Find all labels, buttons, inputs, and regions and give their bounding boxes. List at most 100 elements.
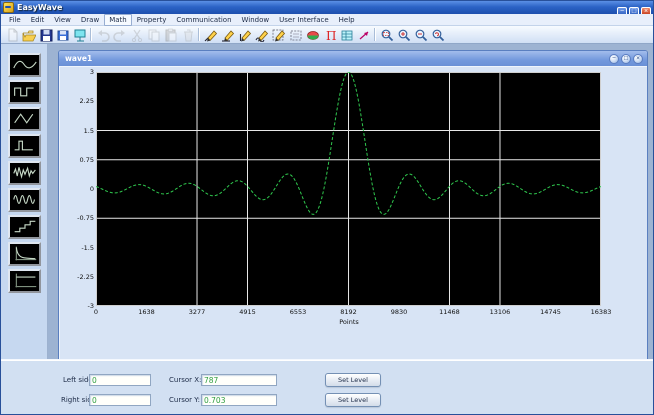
- set-level-button-bottom[interactable]: Set Level: [325, 393, 381, 407]
- draw-freehand-button[interactable]: [253, 27, 270, 43]
- menu-bar: FileEditViewDrawMathPropertyCommunicatio…: [1, 14, 653, 26]
- save-as-icon: [56, 28, 70, 42]
- wave1-title-bar[interactable]: wave1 −□×: [59, 51, 647, 66]
- paste-button: [162, 27, 179, 43]
- redo-button: [111, 27, 128, 43]
- sine-wave-icon: [11, 55, 39, 74]
- x-tick-label: 0: [79, 308, 113, 316]
- toolbar-separator: [198, 28, 200, 41]
- wave-type-sidebar: [1, 44, 48, 359]
- exponential-wave-button[interactable]: [8, 242, 41, 266]
- toolbar-separator: [90, 28, 92, 41]
- y-tick-label: 3: [61, 68, 94, 76]
- y-tick-label: 0.75: [61, 156, 94, 164]
- open-file-button[interactable]: [20, 27, 37, 43]
- y-tick-label: -0.75: [61, 214, 94, 222]
- export-icon: [73, 28, 87, 42]
- ellipse-tool-icon: [306, 28, 320, 42]
- menu-item-communication[interactable]: Communication: [171, 14, 236, 26]
- pulse-wave-icon: [11, 136, 39, 155]
- pulse-wave-button[interactable]: [8, 134, 41, 158]
- draw-horizontal-icon: [221, 28, 235, 42]
- stair-wave-icon: [11, 217, 39, 236]
- right-side-input[interactable]: [89, 394, 151, 406]
- cursor-x-label: Cursor X:: [169, 376, 201, 384]
- select-points-button[interactable]: [270, 27, 287, 43]
- draw-line-icon: [204, 28, 218, 42]
- ramp-wave-button[interactable]: [8, 107, 41, 131]
- copy-button: [145, 27, 162, 43]
- child-restore-button[interactable]: □: [621, 54, 631, 64]
- new-file-button: [3, 27, 20, 43]
- copy-icon: [147, 28, 161, 42]
- zoom-reset-button[interactable]: [429, 27, 446, 43]
- draw-line-button[interactable]: [202, 27, 219, 43]
- select-area-icon: [289, 28, 303, 42]
- save-icon: [39, 28, 53, 42]
- x-tick-label: 13106: [483, 308, 517, 316]
- cursor-y-input[interactable]: [201, 394, 277, 406]
- zoom-out-button[interactable]: [412, 27, 429, 43]
- undo-button: [94, 27, 111, 43]
- table-button[interactable]: [338, 27, 355, 43]
- save-button[interactable]: [37, 27, 54, 43]
- ellipse-tool-button[interactable]: [304, 27, 321, 43]
- title-bar: EasyWave −□×: [1, 1, 653, 14]
- x-tick-label: 14745: [534, 308, 568, 316]
- menu-item-property[interactable]: Property: [132, 14, 172, 26]
- child-close-button[interactable]: ×: [633, 54, 643, 64]
- cursor-y-label: Cursor Y:: [169, 396, 200, 404]
- square-wave-button[interactable]: [8, 80, 41, 104]
- save-as-button[interactable]: [54, 27, 71, 43]
- x-tick-label: 11468: [432, 308, 466, 316]
- zoom-out-icon: [414, 28, 428, 42]
- menu-item-math[interactable]: Math: [104, 14, 132, 26]
- square-wave-icon: [11, 82, 39, 101]
- left-side-input[interactable]: [89, 374, 151, 386]
- menu-item-file[interactable]: File: [4, 14, 26, 26]
- noise-wave-icon: [11, 163, 39, 182]
- y-tick-label: -2.25: [61, 273, 94, 281]
- zoom-select-button[interactable]: [378, 27, 395, 43]
- select-area-button[interactable]: [287, 27, 304, 43]
- sine-wave-button[interactable]: [8, 53, 41, 77]
- child-minimize-button[interactable]: −: [609, 54, 619, 64]
- x-axis-label: Points: [314, 318, 384, 326]
- waveform-plot[interactable]: [96, 72, 601, 306]
- y-tick-label: 1.5: [61, 127, 94, 135]
- menu-item-draw[interactable]: Draw: [76, 14, 104, 26]
- menu-item-edit[interactable]: Edit: [26, 14, 50, 26]
- menu-item-user-interface[interactable]: User Interface: [274, 14, 334, 26]
- table-icon: [340, 28, 354, 42]
- zoom-reset-icon: [431, 28, 445, 42]
- cursor-x-input[interactable]: [201, 374, 277, 386]
- draw-vertical-button[interactable]: [236, 27, 253, 43]
- y-tick-label: -1.5: [61, 244, 94, 252]
- menu-item-window[interactable]: Window: [237, 14, 275, 26]
- x-tick-label: 9830: [382, 308, 416, 316]
- draw-vertical-icon: [238, 28, 252, 42]
- toolbar-separator: [374, 28, 376, 41]
- y-tick-label: 0: [61, 185, 94, 193]
- marker-button[interactable]: [355, 27, 372, 43]
- stair-wave-button[interactable]: [8, 215, 41, 239]
- marker-icon: [357, 28, 371, 42]
- y-tick-label: 2.25: [61, 97, 94, 105]
- arbitrary-wave-button[interactable]: [8, 188, 41, 212]
- zoom-in-button[interactable]: [395, 27, 412, 43]
- delete-icon: [181, 28, 195, 42]
- dc-wave-button[interactable]: [8, 269, 41, 293]
- x-tick-label: 6553: [281, 308, 315, 316]
- paste-icon: [164, 28, 178, 42]
- zoom-in-icon: [397, 28, 411, 42]
- draw-horizontal-button[interactable]: [219, 27, 236, 43]
- delete-button: [179, 27, 196, 43]
- set-level-button-top[interactable]: Set Level: [325, 373, 381, 387]
- menu-item-help[interactable]: Help: [334, 14, 360, 26]
- dc-wave-icon: [11, 271, 39, 290]
- equation-button[interactable]: Π: [321, 27, 338, 43]
- menu-item-view[interactable]: View: [49, 14, 76, 26]
- noise-wave-button[interactable]: [8, 161, 41, 185]
- wave1-window: wave1 −□× Points 3 2.25 1.5 0.75 0 -0.75 -1.5 -…: [58, 50, 648, 359]
- export-button[interactable]: [71, 27, 88, 43]
